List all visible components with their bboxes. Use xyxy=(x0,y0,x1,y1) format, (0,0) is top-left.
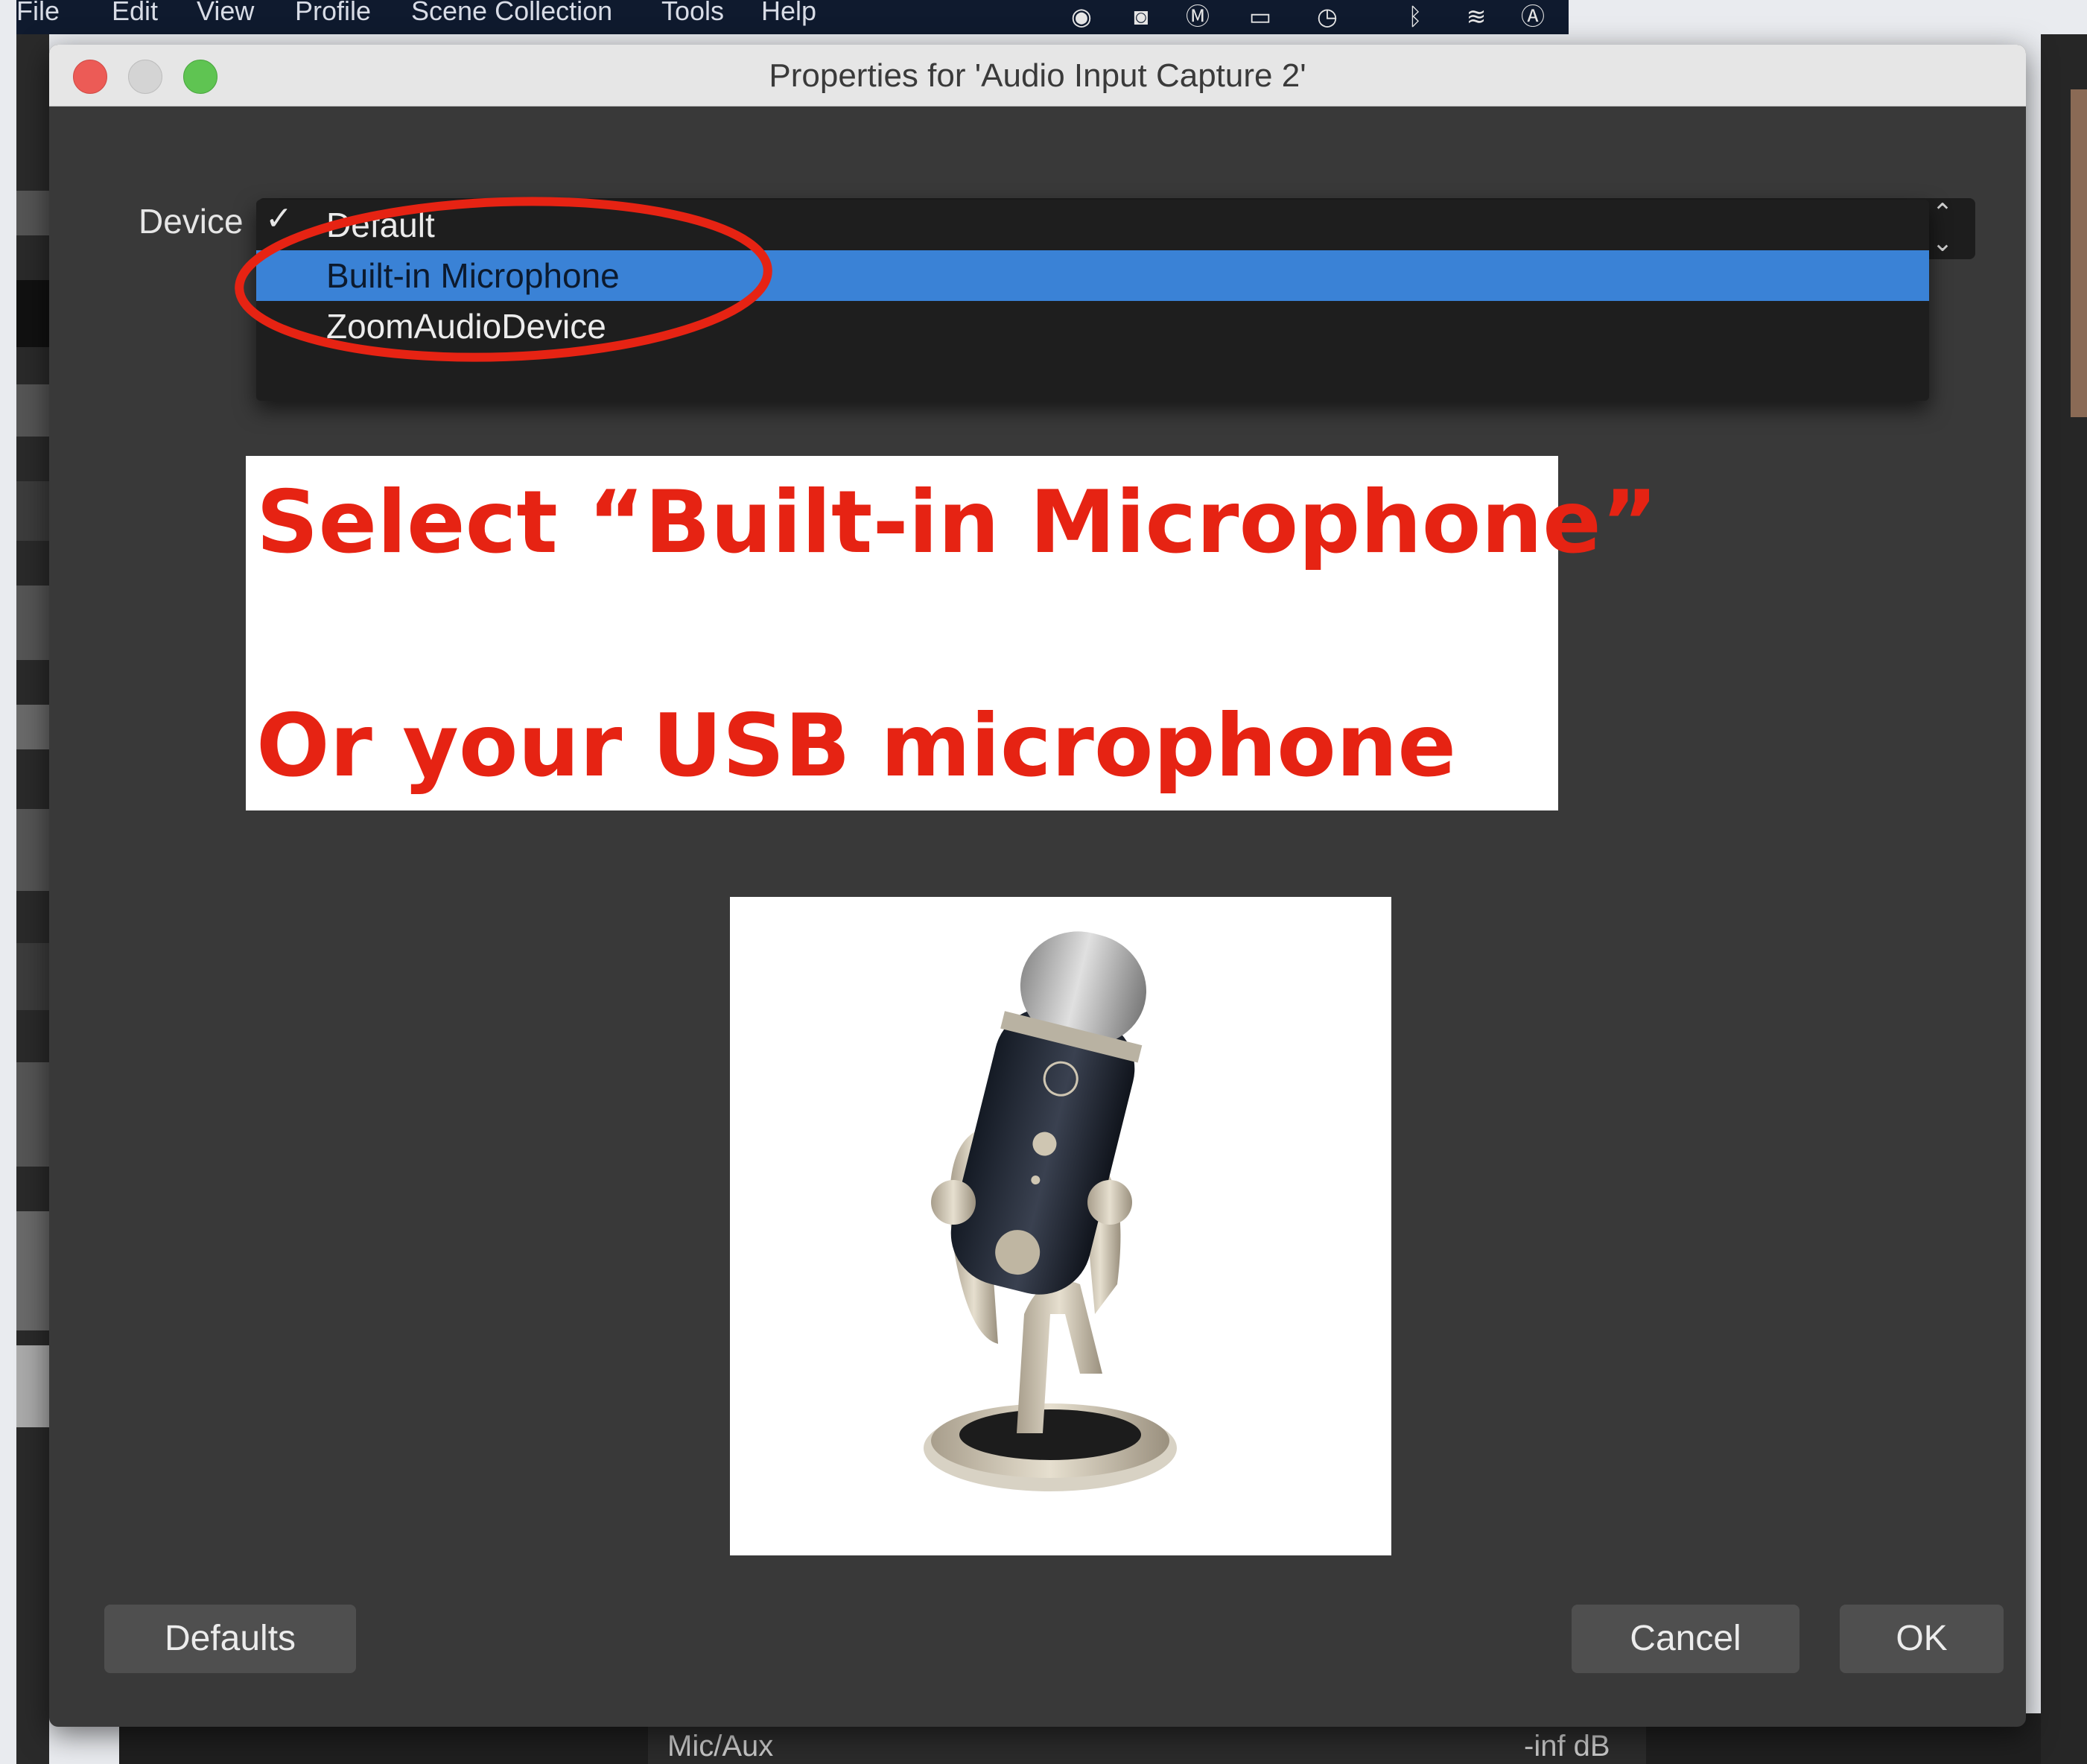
menu-help[interactable]: Help xyxy=(761,0,816,27)
defaults-button[interactable]: Defaults xyxy=(104,1605,356,1673)
properties-dialog: Properties for 'Audio Input Capture 2' D… xyxy=(49,45,2026,1727)
thumbnail[interactable] xyxy=(16,384,49,437)
instruction-callout: Select “Built-in Microphone” Or your USB… xyxy=(246,456,1658,810)
thumbnail[interactable] xyxy=(16,943,49,1010)
thumbnail[interactable] xyxy=(16,1062,49,1167)
thumbnail[interactable] xyxy=(16,280,49,347)
usb-microphone-photo xyxy=(730,897,1391,1555)
scene-thumbnails-strip xyxy=(16,34,49,1764)
mixer-track xyxy=(648,1727,1646,1764)
thumbnail[interactable] xyxy=(16,705,49,749)
app-menubar: File Edit View Profile Scene Collection … xyxy=(16,0,1569,34)
input-source-icon[interactable]: Ⓐ xyxy=(1518,3,1548,30)
dialog-title: Properties for 'Audio Input Capture 2' xyxy=(769,57,1306,94)
time-machine-icon[interactable]: ◷ xyxy=(1312,3,1342,30)
instruction-line-1: Select “Built-in Microphone” xyxy=(256,472,1658,573)
menu-profile[interactable]: Profile xyxy=(295,0,371,27)
thumbnail[interactable] xyxy=(16,481,49,541)
airplay-icon[interactable]: ▭ xyxy=(1245,3,1275,30)
thumbnail[interactable] xyxy=(16,1211,49,1330)
github-icon[interactable]: ◉ xyxy=(1067,3,1096,30)
mixer-source-label: Mic/Aux xyxy=(667,1730,774,1763)
menu-edit[interactable]: Edit xyxy=(112,0,158,27)
instruction-line-2: Or your USB microphone xyxy=(256,696,1457,796)
thumbnail[interactable] xyxy=(16,586,49,660)
highlight-circle xyxy=(235,197,772,362)
cancel-button[interactable]: Cancel xyxy=(1572,1605,1799,1673)
dialog-titlebar: Properties for 'Audio Input Capture 2' xyxy=(49,45,2026,107)
microphone-illustration xyxy=(924,931,1177,1491)
facetime-icon[interactable]: ◙ xyxy=(1126,3,1156,30)
menu-file[interactable]: File xyxy=(16,0,60,27)
menu-scene-collection[interactable]: Scene Collection xyxy=(411,0,612,27)
mixer-level-readout: -inf dB xyxy=(1524,1730,1610,1763)
thumbnail[interactable] xyxy=(16,191,49,235)
thumbnail[interactable] xyxy=(16,1345,49,1427)
bluetooth-icon[interactable]: ᛒ xyxy=(1400,3,1430,30)
webcam-preview-edge xyxy=(2071,89,2087,417)
thumbnail[interactable] xyxy=(16,809,49,891)
ok-button[interactable]: OK xyxy=(1840,1605,2004,1673)
menu-tools[interactable]: Tools xyxy=(661,0,724,27)
wifi-icon[interactable]: ≋ xyxy=(1461,3,1491,30)
malwarebytes-icon[interactable]: Ⓜ xyxy=(1183,3,1213,30)
menu-view[interactable]: View xyxy=(197,0,254,27)
